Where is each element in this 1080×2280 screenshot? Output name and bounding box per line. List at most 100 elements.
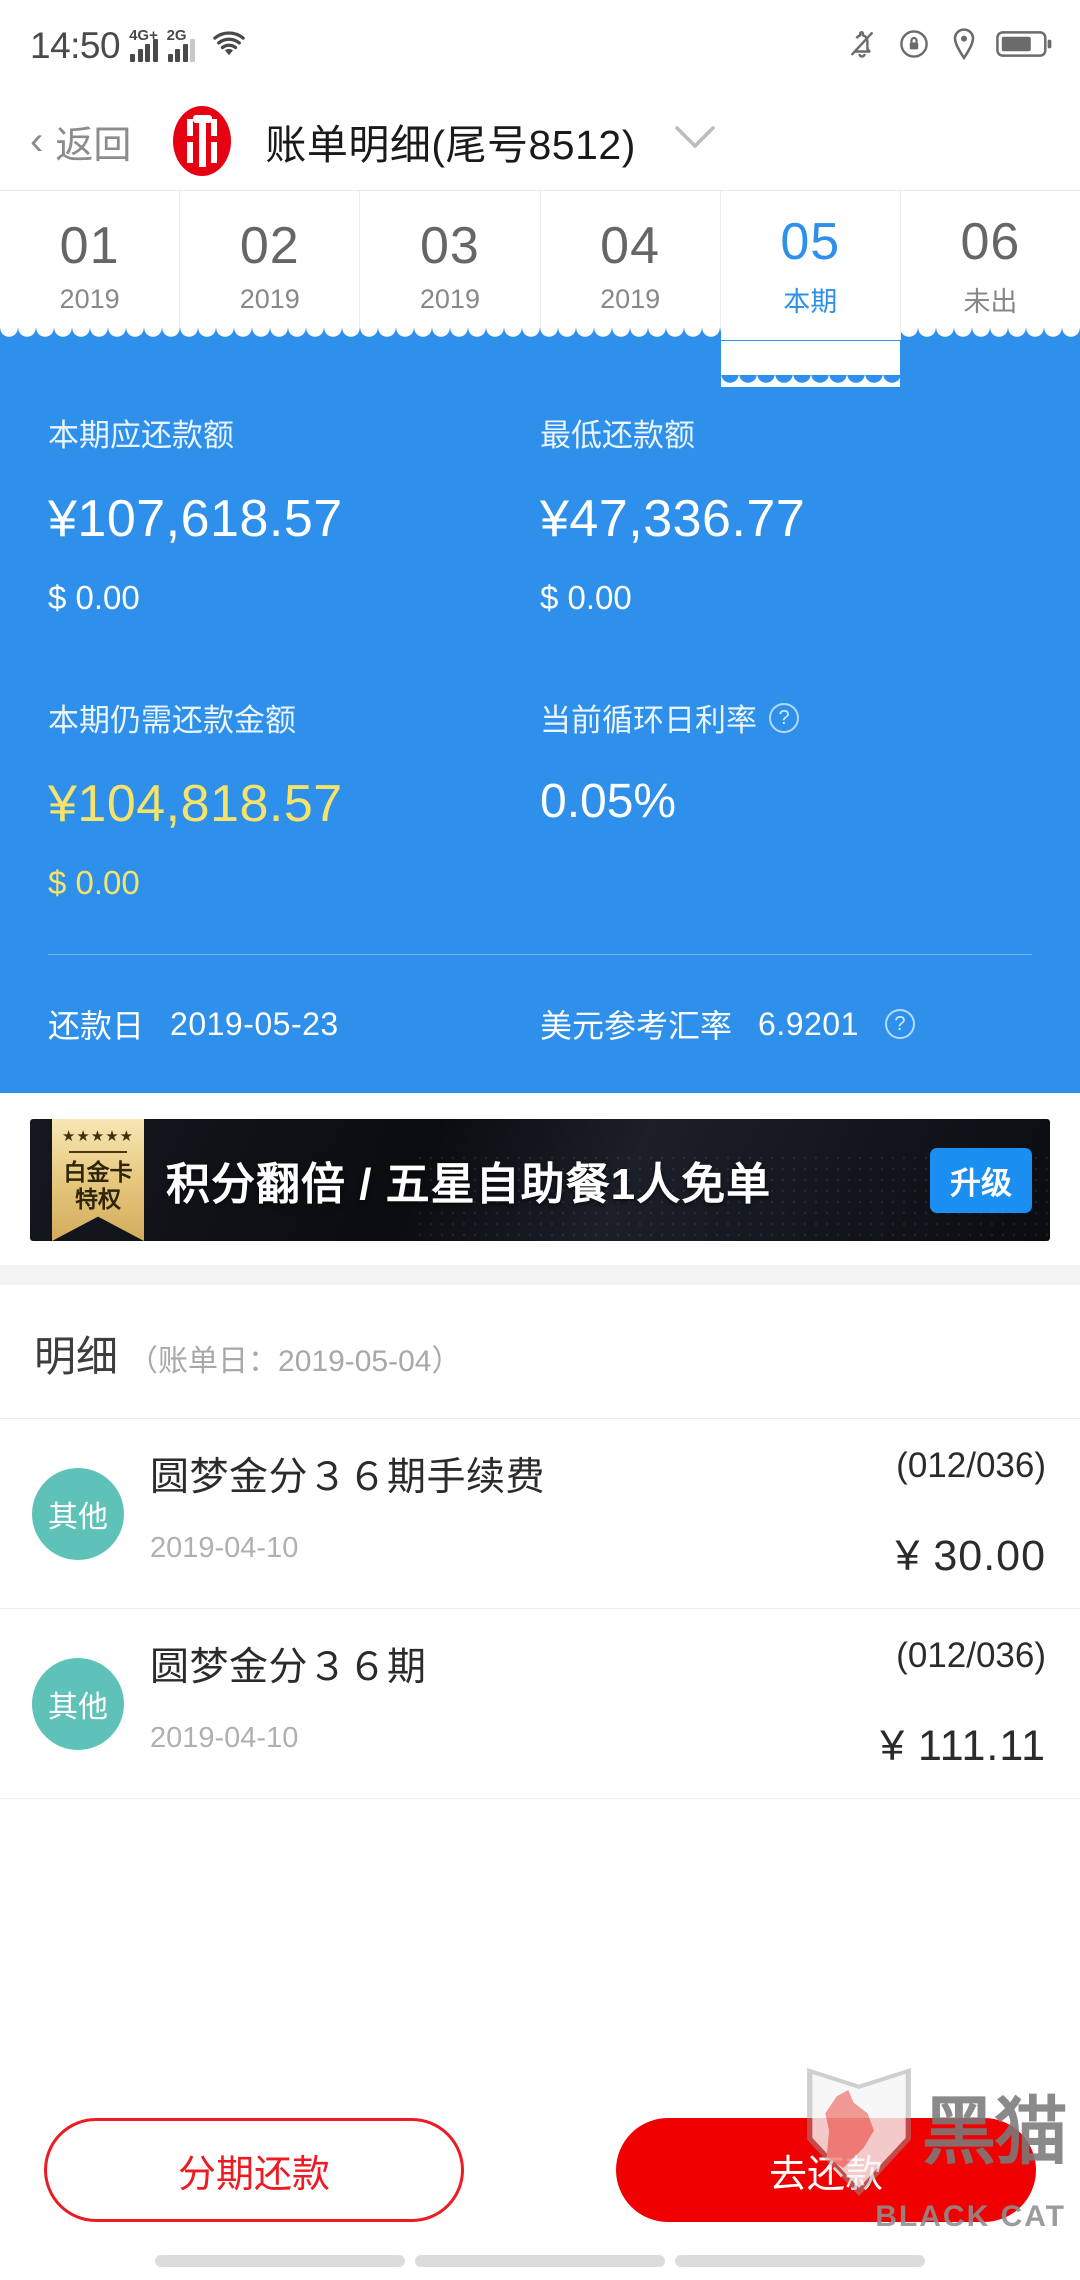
repayment-date-label: 还款日 bbox=[48, 1008, 145, 1044]
ribbon-line1: 白金卡 bbox=[63, 1159, 133, 1185]
transaction-date: 2019-04-10 bbox=[150, 1532, 299, 1564]
due-amount-usd: $ 0.00 bbox=[48, 579, 140, 616]
wifi-icon bbox=[210, 30, 248, 63]
remaining-amount-label: 本期仍需还款金额 bbox=[48, 703, 296, 738]
min-payment-label: 最低还款额 bbox=[540, 418, 695, 453]
fx-rate-block: 美元参考汇率 6.9201 ? bbox=[540, 1001, 1032, 1047]
active-tab-stub bbox=[720, 341, 901, 387]
rotation-lock-icon bbox=[896, 26, 932, 67]
min-payment-cny: ¥47,336.77 bbox=[540, 490, 806, 548]
repayment-date-block: 还款日 2019-05-23 bbox=[48, 1001, 540, 1047]
month-tab-06[interactable]: 06 未出 bbox=[900, 191, 1080, 340]
signal-primary-icon: 4G+ bbox=[129, 27, 158, 62]
bill-summary-panel: 本期应还款额 ¥107,618.57 $ 0.00 最低还款额 ¥47,336.… bbox=[0, 328, 1080, 1093]
ribbon-divider bbox=[69, 1151, 127, 1153]
month-tab-sub: 2019 bbox=[59, 284, 120, 314]
due-amount-label: 本期应还款额 bbox=[48, 418, 234, 453]
detail-subtitle: （账单日：2019-05-04） bbox=[128, 1345, 462, 1378]
promo-title: 积分翻倍 / 五星自助餐1人免单 bbox=[166, 1160, 772, 1209]
month-tab-05[interactable]: 05 本期 bbox=[720, 191, 901, 387]
transaction-installment: (012/036) bbox=[896, 1446, 1046, 1485]
location-icon bbox=[948, 26, 980, 67]
month-tab-02[interactable]: 02 2019 bbox=[180, 191, 361, 340]
month-tab-bar: 01 2019 02 2019 03 2019 04 2019 05 本期 06 bbox=[0, 190, 1080, 387]
month-tab-month: 01 bbox=[59, 217, 120, 275]
table-row[interactable]: 其他 圆梦金分３６期 (012/036) 2019-04-10 ¥ 111.11 bbox=[0, 1609, 1080, 1799]
signal-secondary-icon: 2G bbox=[167, 27, 196, 62]
daily-rate-block: 当前循环日利率 ? 0.05% bbox=[540, 695, 1032, 902]
transaction-name: 圆梦金分３６期 bbox=[150, 1646, 427, 1689]
transaction-installment: (012/036) bbox=[896, 1636, 1046, 1675]
due-amount-cny: ¥107,618.57 bbox=[48, 490, 343, 548]
fx-rate-value: 6.9201 bbox=[758, 1005, 859, 1042]
installment-repay-button[interactable]: 分期还款 bbox=[44, 2118, 464, 2222]
summary-row-bottom: 本期仍需还款金额 ¥104,818.57 $ 0.00 当前循环日利率 ? 0.… bbox=[48, 695, 1032, 902]
remaining-amount-block: 本期仍需还款金额 ¥104,818.57 $ 0.00 bbox=[48, 695, 540, 902]
transaction-date: 2019-04-10 bbox=[150, 1722, 299, 1754]
page-title: 账单明细(尾号8512) bbox=[265, 122, 636, 168]
help-icon-fx[interactable]: ? bbox=[884, 1009, 915, 1039]
promo-banner-container: ★★★★★ 白金卡 特权 积分翻倍 / 五星自助餐1人免单 升级 bbox=[0, 1093, 1080, 1265]
repay-now-button[interactable]: 去还款 bbox=[616, 2118, 1036, 2222]
transaction-line-bottom: 2019-04-10 ¥ 30.00 bbox=[150, 1532, 1046, 1581]
month-tab-03[interactable]: 03 2019 bbox=[360, 191, 541, 340]
summary-row-top: 本期应还款额 ¥107,618.57 $ 0.00 最低还款额 ¥47,336.… bbox=[48, 410, 1032, 617]
category-badge: 其他 bbox=[32, 1467, 124, 1560]
app-header: ‹ 返回 账单明细(尾号8512) bbox=[0, 92, 1080, 190]
min-payment-block: 最低还款额 ¥47,336.77 $ 0.00 bbox=[540, 410, 1032, 617]
month-tab-sub: 未出 bbox=[963, 287, 1018, 317]
network-type-secondary-label: 2G bbox=[166, 26, 187, 44]
bottom-action-bar: 分期还款 去还款 bbox=[0, 2118, 1080, 2222]
platinum-ribbon-badge: ★★★★★ 白金卡 特权 bbox=[52, 1119, 144, 1241]
ribbon-stars: ★★★★★ bbox=[61, 1128, 135, 1145]
transaction-line-top: 圆梦金分３６期 (012/036) bbox=[150, 1636, 1046, 1692]
promo-banner[interactable]: ★★★★★ 白金卡 特权 积分翻倍 / 五星自助餐1人免单 升级 bbox=[30, 1119, 1050, 1241]
status-bar-left: 14:50 4G+ 2G bbox=[30, 25, 248, 67]
status-time: 14:50 bbox=[30, 25, 121, 66]
promo-content: 积分翻倍 / 五星自助餐1人免单 升级 bbox=[144, 1147, 1050, 1213]
nav-pill-home[interactable] bbox=[415, 2255, 665, 2267]
month-tab-month: 05 bbox=[780, 213, 841, 271]
repayment-date-value: 2019-05-23 bbox=[170, 1005, 339, 1042]
network-type-primary-label: 4G+ bbox=[129, 26, 158, 44]
promo-upgrade-button[interactable]: 升级 bbox=[930, 1147, 1032, 1213]
remaining-amount-usd: $ 0.00 bbox=[48, 864, 140, 901]
category-badge: 其他 bbox=[32, 1657, 124, 1750]
month-tab-month: 02 bbox=[239, 217, 300, 275]
month-tab-sub: 2019 bbox=[419, 284, 480, 314]
ribbon-line2: 特权 bbox=[75, 1186, 121, 1213]
month-tab-month: 03 bbox=[420, 217, 480, 275]
table-row[interactable]: 其他 圆梦金分３６期手续费 (012/036) 2019-04-10 ¥ 30.… bbox=[0, 1419, 1080, 1609]
help-icon-rate[interactable]: ? bbox=[769, 702, 799, 733]
status-bar-right bbox=[844, 26, 1054, 67]
month-tab-sub: 2019 bbox=[600, 284, 661, 314]
summary-footer-row: 还款日 2019-05-23 美元参考汇率 6.9201 ? bbox=[48, 1001, 1032, 1047]
month-tab-sub: 本期 bbox=[783, 287, 838, 317]
month-tab-01[interactable]: 01 2019 bbox=[0, 191, 181, 340]
transaction-body: 圆梦金分３６期 (012/036) 2019-04-10 ¥ 111.11 bbox=[150, 1636, 1046, 1771]
fx-rate-label: 美元参考汇率 bbox=[540, 1008, 733, 1044]
daily-rate-value: 0.05% bbox=[540, 775, 677, 828]
month-tab-04[interactable]: 04 2019 bbox=[540, 191, 721, 340]
transaction-line-bottom: 2019-04-10 ¥ 111.11 bbox=[150, 1722, 1046, 1771]
min-payment-usd: $ 0.00 bbox=[540, 579, 632, 616]
month-tab-sub: 2019 bbox=[239, 284, 300, 314]
summary-divider bbox=[48, 954, 1032, 955]
transaction-amount: ¥ 111.11 bbox=[880, 1722, 1046, 1770]
daily-rate-label: 当前循环日利率 bbox=[540, 703, 757, 738]
detail-section-header: 明细 （账单日：2019-05-04） bbox=[0, 1285, 1080, 1419]
transaction-line-top: 圆梦金分３６期手续费 (012/036) bbox=[150, 1446, 1046, 1502]
remaining-amount-cny: ¥104,818.57 bbox=[48, 775, 343, 833]
chevron-left-icon: ‹ bbox=[30, 119, 44, 163]
month-tab-month: 04 bbox=[600, 217, 661, 275]
citic-bank-logo-icon bbox=[173, 106, 232, 176]
battery-icon bbox=[996, 29, 1054, 64]
transaction-name: 圆梦金分３６期手续费 bbox=[150, 1456, 546, 1499]
nav-pill-recents[interactable] bbox=[675, 2255, 925, 2267]
nav-pill-back[interactable] bbox=[155, 2255, 405, 2267]
transaction-body: 圆梦金分３６期手续费 (012/036) 2019-04-10 ¥ 30.00 bbox=[150, 1446, 1046, 1581]
chevron-down-icon[interactable] bbox=[672, 122, 718, 160]
daily-rate-label-row: 当前循环日利率 ? bbox=[540, 695, 1032, 740]
month-tab-month: 06 bbox=[960, 213, 1021, 271]
back-button[interactable]: ‹ 返回 bbox=[30, 114, 131, 169]
